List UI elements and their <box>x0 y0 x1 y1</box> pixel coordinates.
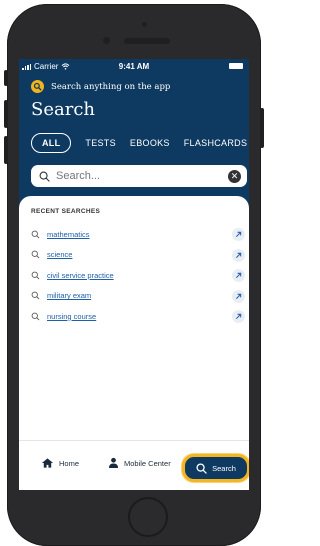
tab-ebooks[interactable]: EBOOKS <box>130 138 170 148</box>
search-icon <box>31 291 40 300</box>
recent-search-item[interactable]: science <box>31 245 245 266</box>
recent-search-item[interactable]: mathematics <box>31 224 245 245</box>
arrow-up-right-icon[interactable] <box>232 228 245 241</box>
home-hardware-button[interactable] <box>128 497 168 537</box>
search-icon <box>31 271 40 280</box>
recent-search-item[interactable]: civil service practice <box>31 265 245 286</box>
status-time: 9:41 AM <box>118 62 150 71</box>
front-sensor <box>103 37 110 44</box>
search-input[interactable] <box>54 169 218 183</box>
bottom-navigation: Home Mobile Center Search <box>19 440 249 490</box>
recent-search-link[interactable]: civil service practice <box>47 271 114 280</box>
arrow-up-right-icon[interactable] <box>232 310 245 323</box>
nav-search-label: Search <box>212 463 236 473</box>
mute-switch <box>4 70 8 86</box>
volume-up-button <box>4 100 8 128</box>
nav-mobile-center-label: Mobile Center <box>124 458 171 468</box>
lightbulb-icon <box>31 80 44 93</box>
search-icon <box>31 250 40 259</box>
nav-home-label: Home <box>59 458 80 468</box>
app-screen: Carrier 9:41 AM Search anything on the a… <box>19 59 249 490</box>
tip-text: Search anything on the app <box>51 81 171 92</box>
search-tip: Search anything on the app <box>31 80 170 93</box>
search-bar[interactable]: ✕ <box>31 165 247 187</box>
recent-search-link[interactable]: mathematics <box>47 230 90 239</box>
nav-mobile-center[interactable]: Mobile Center <box>108 457 171 469</box>
search-icon <box>39 171 50 182</box>
clear-icon[interactable]: ✕ <box>228 170 241 183</box>
tab-flashcards[interactable]: FLASHCARDS <box>184 138 248 148</box>
battery-icon <box>229 63 243 69</box>
earpiece-speaker <box>124 38 170 44</box>
recent-searches-list: mathematics science civil service practi… <box>31 224 245 327</box>
person-icon <box>108 457 119 469</box>
search-icon <box>31 312 40 321</box>
nav-search-button[interactable]: Search <box>182 454 249 482</box>
volume-down-button <box>4 136 8 164</box>
recent-search-item[interactable]: nursing course <box>31 306 245 327</box>
recent-search-link[interactable]: military exam <box>47 291 91 300</box>
category-tabs: ALL TESTS EBOOKS FLASHCARDS AI <box>31 133 249 153</box>
nav-home[interactable]: Home <box>41 457 79 469</box>
recent-searches-heading: RECENT SEARCHES <box>31 208 101 215</box>
recent-search-link[interactable]: science <box>47 250 72 259</box>
arrow-up-right-icon[interactable] <box>232 248 245 262</box>
home-icon <box>41 458 54 468</box>
search-icon <box>196 462 207 474</box>
power-button <box>260 108 264 148</box>
front-camera <box>142 22 147 27</box>
arrow-up-right-icon[interactable] <box>232 289 245 303</box>
arrow-up-right-icon[interactable] <box>232 269 245 282</box>
tab-tests[interactable]: TESTS <box>85 138 116 148</box>
search-icon <box>31 230 40 239</box>
recent-search-item[interactable]: military exam <box>31 286 245 307</box>
tab-all[interactable]: ALL <box>31 133 72 153</box>
recent-search-link[interactable]: nursing course <box>47 312 96 321</box>
status-bar: Carrier 9:41 AM <box>19 59 249 75</box>
page-title: Search <box>31 99 95 120</box>
